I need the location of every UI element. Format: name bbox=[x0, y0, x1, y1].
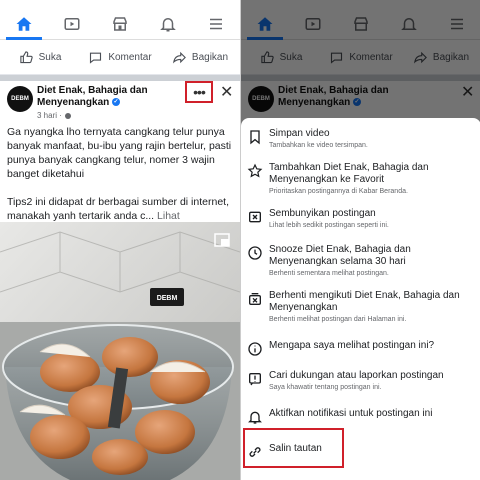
menu-item-title: Cari dukungan atau laporkan postingan bbox=[269, 370, 444, 381]
menu-item-title: Snooze Diet Enak, Bahagia dan Menyenangk… bbox=[269, 244, 411, 267]
menu-item-subtitle: Berhenti melihat postingan dari Halaman … bbox=[269, 316, 407, 323]
clock-icon bbox=[248, 246, 262, 260]
feed-panel: Suka Komentar Bagikan DEBM Diet Enak, Ba… bbox=[0, 0, 240, 480]
nav-watch[interactable] bbox=[48, 8, 96, 39]
comment-button[interactable]: Komentar bbox=[80, 41, 160, 74]
copy-link-highlight bbox=[243, 428, 344, 468]
nav-notifications[interactable] bbox=[144, 8, 192, 39]
bell-icon bbox=[160, 17, 176, 31]
bookmark-icon bbox=[250, 130, 260, 145]
menu-item-report[interactable]: Cari dukungan atau laporkan postingan Say… bbox=[241, 370, 480, 392]
menu-item-subtitle: Berhenti sementara melihat postingan. bbox=[269, 270, 389, 277]
menu-item-subtitle: Saya khawatir tentang postingan ini. bbox=[269, 384, 382, 391]
page-name-link[interactable]: Diet Enak, Bahagia dan Menyenangkan ✓ bbox=[37, 85, 177, 109]
menu-item-title: Mengapa saya melihat postingan ini? bbox=[269, 340, 435, 351]
menu-item-hide-post[interactable]: Sembunyikan postingan Lihat lebih sedikit… bbox=[241, 208, 480, 230]
post-options-sheet: Simpan video Tambahkan ke video tersimpan… bbox=[241, 118, 480, 480]
thumbs-up-icon bbox=[19, 51, 33, 64]
info-icon bbox=[248, 342, 262, 356]
top-nav bbox=[0, 8, 240, 40]
home-icon bbox=[16, 16, 32, 31]
nav-menu[interactable] bbox=[192, 8, 240, 39]
eggshell-bowl-image: DEBM bbox=[0, 222, 240, 480]
post-paragraph-2-text: Tips2 ini didapat dr berbagai sumber di … bbox=[7, 196, 229, 222]
like-label: Suka bbox=[38, 52, 62, 63]
comment-label: Komentar bbox=[108, 52, 152, 63]
verified-badge-icon: ✓ bbox=[112, 98, 121, 107]
store-icon bbox=[113, 16, 127, 31]
share-button[interactable]: Bagikan bbox=[160, 41, 240, 74]
menu-item-subtitle: Lihat lebih sedikit postingan seperti in… bbox=[269, 222, 389, 229]
post-action-bar: Suka Komentar Bagikan bbox=[0, 41, 240, 75]
menu-item-subtitle: Tambahkan ke video tersimpan. bbox=[269, 142, 368, 149]
menu-item-subtitle: Prioritaskan postingannya di Kabar Beran… bbox=[269, 188, 408, 195]
menu-item-add-favorite[interactable]: Tambahkan Diet Enak, Bahagia dan Menyena… bbox=[241, 162, 480, 196]
share-icon bbox=[172, 51, 186, 64]
unfollow-icon bbox=[249, 293, 261, 305]
hide-icon bbox=[249, 211, 261, 223]
post-video[interactable]: DEBM bbox=[0, 222, 240, 480]
bell-icon bbox=[248, 411, 262, 424]
menu-item-title: Tambahkan Diet Enak, Bahagia dan Menyena… bbox=[269, 162, 429, 185]
post-time: 3 hari · bbox=[37, 111, 72, 120]
menu-item-save-video[interactable]: Simpan video Tambahkan ke video tersimpan… bbox=[241, 128, 480, 150]
page-name: Diet Enak, Bahagia dan Menyenangkan bbox=[37, 85, 148, 108]
photo-watermark: DEBM bbox=[157, 295, 178, 302]
more-options-button[interactable]: ••• bbox=[185, 81, 213, 103]
nav-marketplace[interactable] bbox=[96, 8, 144, 39]
page-avatar[interactable]: DEBM bbox=[7, 86, 33, 112]
menu-item-snooze[interactable]: Snooze Diet Enak, Bahagia dan Menyenangk… bbox=[241, 244, 480, 278]
menu-item-why-seeing[interactable]: Mengapa saya melihat postingan ini? bbox=[241, 340, 480, 357]
globe-icon bbox=[65, 112, 72, 119]
post-paragraph-1: Ga nyangka lho ternyata cangkang telur p… bbox=[7, 126, 232, 180]
star-icon bbox=[247, 163, 263, 178]
menu-item-notifications[interactable]: Aktifkan notifikasi untuk postingan ini bbox=[241, 408, 480, 425]
menu-item-title: Aktifkan notifikasi untuk postingan ini bbox=[269, 408, 433, 419]
menu-item-unfollow[interactable]: Berhenti mengikuti Diet Enak, Bahagia da… bbox=[241, 290, 480, 324]
report-icon bbox=[249, 373, 261, 386]
like-button[interactable]: Suka bbox=[0, 41, 80, 74]
menu-item-title: Berhenti mengikuti Diet Enak, Bahagia da… bbox=[269, 290, 460, 313]
hamburger-icon bbox=[210, 18, 222, 29]
post-time-text: 3 hari · bbox=[37, 111, 62, 120]
status-bar bbox=[0, 0, 240, 8]
video-icon bbox=[64, 17, 80, 30]
comment-icon bbox=[90, 52, 102, 64]
menu-item-title: Sembunyikan postingan bbox=[269, 208, 376, 219]
close-icon[interactable]: ✕ bbox=[220, 82, 233, 102]
options-panel: Suka Komentar Bagikan DEBM Diet Enak, Ba… bbox=[240, 0, 480, 480]
nav-home[interactable] bbox=[0, 8, 48, 40]
post-header: DEBM Diet Enak, Bahagia dan Menyenangkan… bbox=[0, 81, 240, 123]
share-label: Bagikan bbox=[191, 52, 229, 63]
avatar-label: DEBM bbox=[11, 96, 29, 102]
menu-item-title: Simpan video bbox=[269, 128, 330, 139]
